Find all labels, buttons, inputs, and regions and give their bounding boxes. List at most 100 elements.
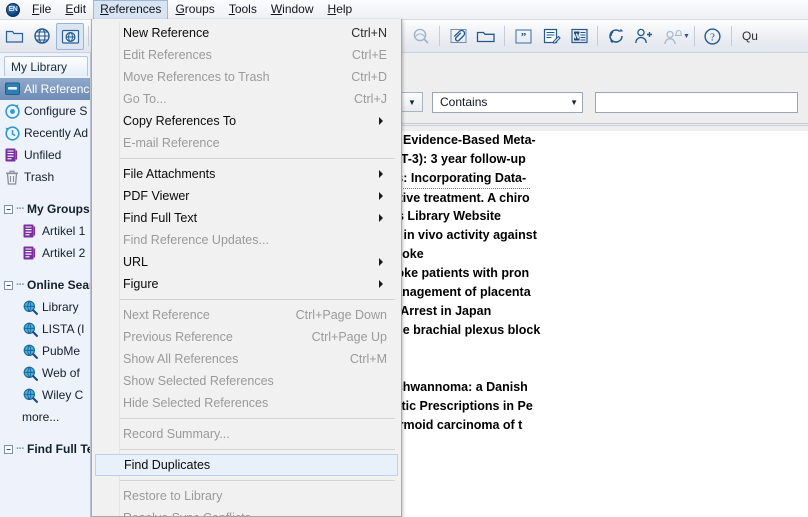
menu-items-container: New Reference Ctrl+N Edit References Ctrl+E… [92, 22, 401, 517]
sidebar-item-find-full-te[interactable]: − ··· Find Full Te [0, 438, 90, 460]
menu-item-move-references-to-trash: Move References to Trash Ctrl+D [92, 66, 401, 88]
search-input[interactable] [595, 91, 798, 113]
menu-item-label: Resolve Sync Conflicts... [123, 511, 261, 517]
tree-connector: ··· [16, 279, 25, 291]
unfiled-icon [4, 147, 20, 163]
globe-folder-icon[interactable] [56, 22, 84, 50]
sidebar-item-label: Unfiled [24, 148, 62, 162]
sidebar-item-web-of[interactable]: Web of [0, 362, 90, 384]
sidebar-item-library[interactable]: Library [0, 296, 90, 318]
expander-icon[interactable]: − [4, 204, 13, 214]
preview-search-icon[interactable] [407, 23, 435, 50]
sidebar-item-recently-ad[interactable]: Recently Ad [0, 122, 90, 144]
expander-icon[interactable]: − [4, 280, 13, 290]
group-icon [22, 223, 38, 239]
sidebar-item-artikel-2[interactable]: Artikel 2 [0, 242, 90, 264]
submenu-arrow-icon [379, 192, 383, 200]
chevron-down-icon: ▼ [570, 97, 578, 107]
menu-separator [120, 418, 395, 419]
sidebar-item-lista-i[interactable]: LISTA (I [0, 318, 90, 340]
menu-item-label: Record Summary... [123, 427, 230, 441]
sidebar-item-label: Configure S [24, 104, 88, 118]
sidebar-item-label: Find Full Te [27, 442, 90, 456]
menu-item-figure[interactable]: Figure [92, 273, 401, 295]
help-icon[interactable]: ? [699, 23, 727, 50]
notify-user-icon[interactable] [658, 23, 686, 50]
menu-item-pdf-viewer[interactable]: PDF Viewer [92, 185, 401, 207]
share-user-icon[interactable] [630, 23, 658, 50]
menu-item-label: Restore to Library [123, 489, 223, 503]
sidebar-item-label: Artikel 1 [42, 224, 86, 238]
menu-item-go-to: Go To... Ctrl+J [92, 88, 401, 110]
sidebar-item-label: LISTA (I [42, 322, 85, 336]
sidebar-item-label: Library [42, 300, 79, 314]
menu-item-file-attachments[interactable]: File Attachments [92, 163, 401, 185]
sync-config-icon [4, 103, 20, 119]
submenu-arrow-icon [379, 280, 383, 288]
menu-item-shortcut: Ctrl+Page Up [311, 330, 387, 344]
sidebar-item-configure-s[interactable]: Configure S [0, 100, 90, 122]
menu-item-label: Figure [123, 277, 159, 291]
menu-edit[interactable]: Edit [58, 0, 93, 19]
sidebar-item-more[interactable]: more... [0, 406, 90, 428]
menu-item-label: Hide Selected References [123, 396, 269, 410]
open-folder-icon[interactable] [472, 23, 500, 50]
word-export-icon[interactable]: W [565, 23, 593, 50]
menu-item-shortcut: Ctrl+J [354, 92, 387, 106]
sidebar-item-artikel-1[interactable]: Artikel 1 [0, 220, 90, 242]
references-dropdown-menu[interactable]: New Reference Ctrl+N Edit References Ctrl+E… [91, 19, 402, 517]
library-tree: All Referenc Configure S Recently Ad Unfile… [0, 76, 90, 460]
submenu-arrow-icon [379, 170, 383, 178]
sidebar-item-pubme[interactable]: PubMe [0, 340, 90, 362]
menu-window[interactable]: Window [264, 0, 321, 19]
menu-help[interactable]: Help [321, 0, 360, 19]
sidebar-item-wiley-c[interactable]: Wiley C [0, 384, 90, 406]
menu-groups[interactable]: Groups [168, 0, 221, 19]
svg-text:?: ? [710, 31, 715, 43]
menu-item-label: Find Full Text [123, 211, 198, 225]
edit-citation-icon[interactable] [537, 23, 565, 50]
library-sidebar: My Library All Referenc Configure S Recent… [0, 53, 91, 517]
menu-item-label: Go To... [123, 92, 167, 106]
menu-references[interactable]: References [93, 0, 169, 20]
endnote-logo: EN [4, 2, 22, 18]
globe-icon[interactable] [28, 23, 56, 50]
my-library-tab[interactable]: My Library [4, 56, 88, 76]
recent-clock-icon [4, 125, 20, 141]
menu-item-url[interactable]: URL [92, 251, 401, 273]
search-operator-value: Contains [440, 95, 488, 109]
search-field-selector[interactable]: ▼ [401, 92, 423, 112]
quote-icon[interactable]: ” [509, 23, 537, 50]
sidebar-item-my-groups[interactable]: − ··· My Groups [0, 198, 90, 220]
tree-connector: ··· [16, 443, 25, 455]
search-operator-combo[interactable]: Contains ▼ [432, 91, 583, 113]
menu-item-shortcut: Ctrl+N [351, 26, 387, 40]
sidebar-item-online-sear[interactable]: − ··· Online Sear [0, 274, 90, 296]
notify-dropdown-caret-icon[interactable]: ▼ [683, 33, 690, 40]
menu-item-label: Next Reference [123, 308, 210, 322]
menu-item-find-full-text[interactable]: Find Full Text [92, 207, 401, 229]
menu-tools[interactable]: Tools [222, 0, 264, 19]
menu-item-resolve-sync-conflicts: Resolve Sync Conflicts... [92, 507, 401, 517]
menu-item-restore-to-library: Restore to Library [92, 485, 401, 507]
menu-item-copy-references-to[interactable]: Copy References To [92, 110, 401, 132]
menu-item-show-selected-references: Show Selected References [92, 370, 401, 392]
endnote-window: EN File Edit References Groups Tools Window He… [0, 0, 808, 517]
attach-paperclip-icon[interactable] [444, 23, 472, 50]
menu-item-label: Find Duplicates [124, 458, 211, 472]
menu-file[interactable]: File [25, 0, 58, 19]
search-globe-icon [22, 387, 38, 403]
menu-item-new-reference[interactable]: New Reference Ctrl+N [92, 22, 401, 44]
sidebar-item-trash[interactable]: Trash [0, 166, 90, 188]
folder-icon[interactable] [0, 23, 28, 50]
sync-icon[interactable] [602, 23, 630, 50]
expander-icon[interactable]: − [4, 444, 13, 454]
sidebar-item-unfiled[interactable]: Unfiled [0, 144, 90, 166]
sidebar-item-all-referenc[interactable]: All Referenc [0, 78, 90, 100]
menu-separator [120, 480, 395, 481]
menu-item-next-reference: Next Reference Ctrl+Page Down [92, 304, 401, 326]
menu-item-find-duplicates[interactable]: Find Duplicates [95, 454, 398, 476]
tree-connector: ··· [16, 203, 25, 215]
sidebar-item-label: My Groups [27, 202, 90, 216]
